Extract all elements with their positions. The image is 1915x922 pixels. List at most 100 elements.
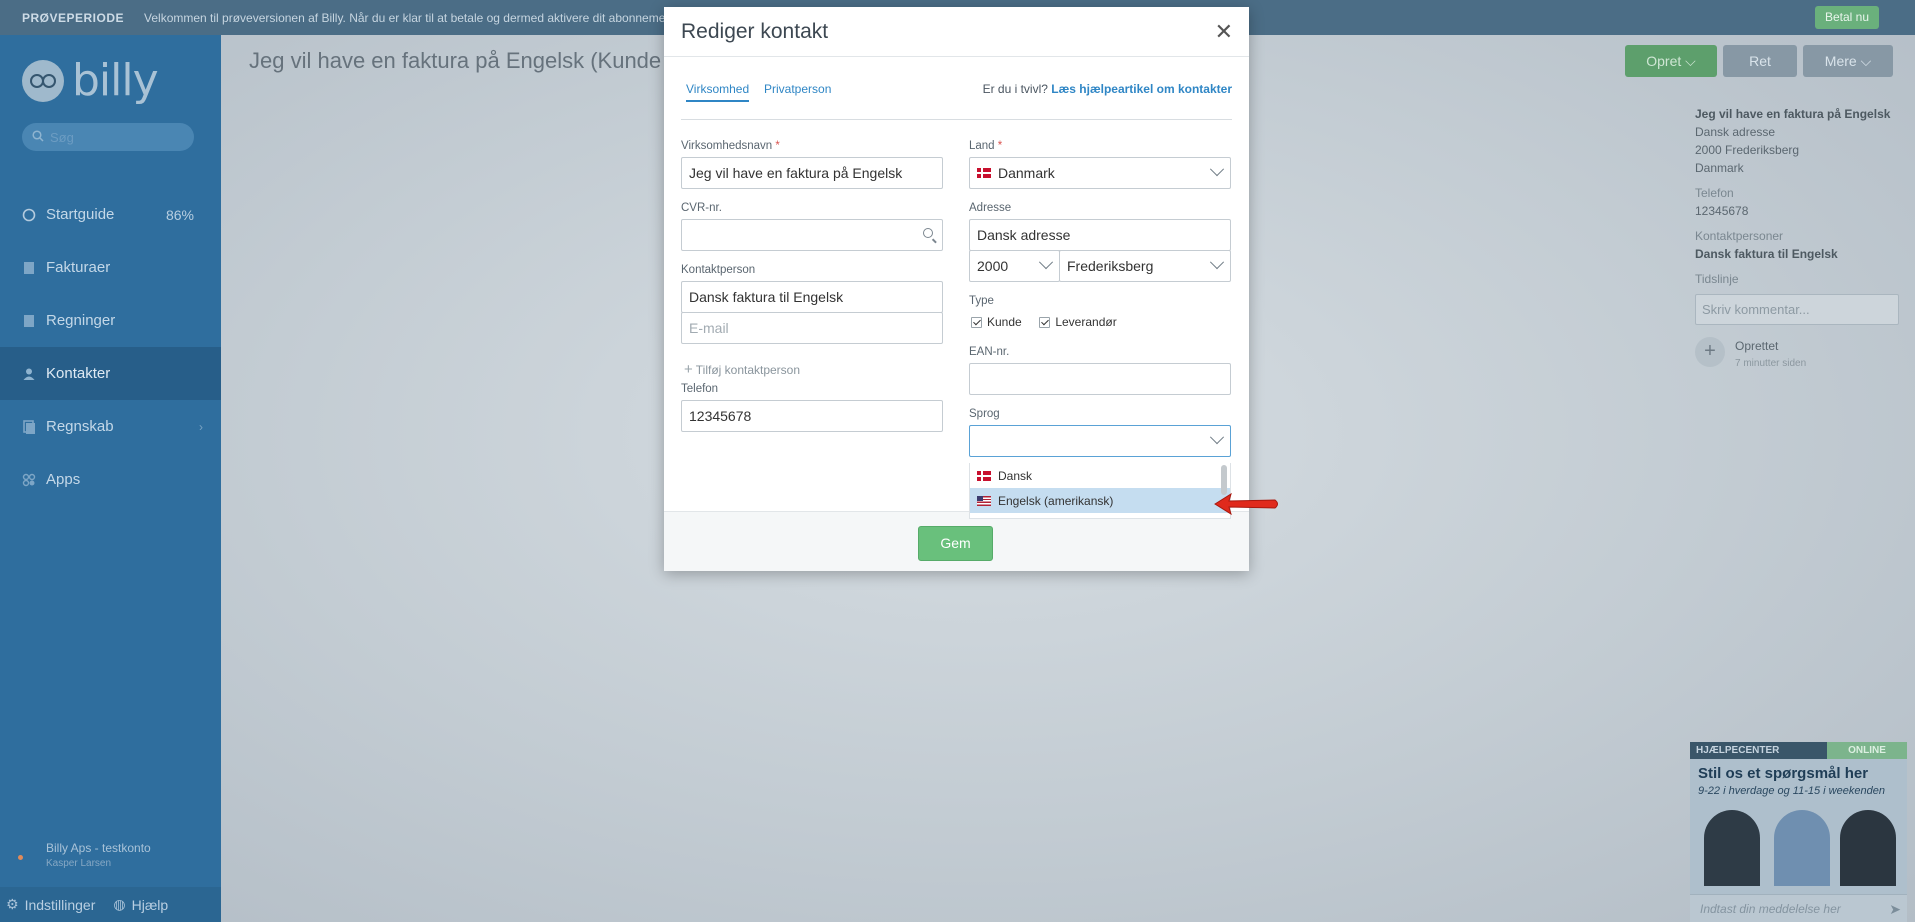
email-field[interactable]: E-mail [681, 312, 943, 344]
help-center-label: HJÆLPECENTER [1690, 742, 1827, 759]
language-select[interactable] [969, 425, 1231, 457]
help-hint-text: Er du i tvivl? [982, 82, 1048, 96]
address-field[interactable]: Dansk adresse [969, 219, 1231, 251]
close-icon[interactable]: ✕ [1215, 21, 1233, 43]
ledger-icon [22, 419, 36, 434]
account-name: Billy Aps - testkonto [46, 841, 151, 855]
timeline-entry: + Oprettet 7 minutter siden [1695, 337, 1905, 373]
country-label: Land * [969, 140, 1002, 152]
contact-person-label: Kontaktperson [681, 264, 756, 276]
settings-label: Indstillinger [24, 896, 96, 913]
add-contact-person-link[interactable]: + Tilføj kontaktperson [684, 361, 800, 378]
timeline-label: Tidslinje [1695, 272, 1739, 286]
contact-icon [22, 367, 36, 381]
modal-header: Rediger kontakt [664, 7, 1249, 57]
search-icon[interactable] [923, 228, 933, 238]
chevron-down-icon [1209, 430, 1225, 445]
support-person-avatar [1704, 810, 1760, 886]
edit-button[interactable]: Ret [1723, 45, 1797, 77]
address-label: Adresse [969, 202, 1012, 214]
tab-virksomhed[interactable]: Virksomhed [686, 82, 750, 102]
plus-icon: + [684, 361, 693, 378]
pay-now-button[interactable]: Betal nu [1814, 6, 1879, 29]
contact-person-field[interactable]: Dansk faktura til Engelsk [681, 281, 943, 313]
company-name-label-text: Virksomhedsnavn [681, 140, 773, 152]
tab-privatperson[interactable]: Privatperson [764, 82, 831, 96]
supplier-checkbox[interactable]: Leverandør [1039, 315, 1117, 329]
contact-summary: Jeg vil have en faktura på Engelsk Dansk… [1695, 105, 1905, 373]
type-label: Type [969, 295, 994, 307]
edit-contact-modal: Rediger kontakt ✕ Virksomhed Privatperso… [664, 7, 1249, 571]
create-button-label: Opret [1646, 53, 1682, 69]
city-select[interactable]: Frederiksberg [1059, 250, 1231, 282]
sidebar-item-label: Kontakter [46, 365, 111, 382]
checkbox-checked-icon [1039, 316, 1051, 328]
activity-time: 7 minutter siden [1735, 358, 1807, 369]
sidebar-item-label: Regnskab [46, 418, 114, 435]
help-link[interactable]: ◍ Hjælp [113, 896, 168, 913]
phone-label: Telefon [681, 383, 719, 395]
company-name-field[interactable]: Jeg vil have en faktura på Engelsk [681, 157, 943, 189]
phone-field[interactable]: 12345678 [681, 400, 943, 432]
help-article-link[interactable]: Læs hjælpeartikel om kontakter [1051, 82, 1232, 96]
create-button[interactable]: Opret ⌵ [1625, 45, 1717, 77]
help-title: Stil os et spørgsmål her [1698, 765, 1869, 782]
ean-field[interactable] [969, 363, 1231, 395]
help-hours: 9-22 i hverdage og 11-15 i weekenden [1698, 785, 1885, 797]
chevron-down-icon [1038, 255, 1054, 270]
contact-person[interactable]: Dansk faktura til Engelsk [1695, 245, 1905, 263]
cvr-label: CVR-nr. [681, 202, 722, 214]
logo-face-icon [22, 59, 64, 102]
zip-select[interactable]: 2000 [969, 250, 1060, 282]
sidebar-item-regninger[interactable]: Regninger [0, 294, 221, 347]
chat-placeholder: Indtast din meddelelse her [1700, 902, 1841, 916]
sidebar-item-regnskab[interactable]: Regnskab › [0, 400, 221, 453]
language-option-engelsk[interactable]: Engelsk (amerikansk) [970, 488, 1230, 513]
save-button[interactable]: Gem [918, 526, 993, 561]
ean-label: EAN-nr. [969, 346, 1010, 358]
help-center-widget[interactable]: HJÆLPECENTER ONLINE Stil os et spørgsmål… [1690, 742, 1907, 922]
support-person-avatar [1774, 810, 1830, 886]
checkbox-checked-icon [971, 316, 982, 328]
search-icon [32, 129, 44, 145]
language-dropdown-list[interactable]: Dansk Engelsk (amerikansk) [969, 463, 1231, 519]
comment-input[interactable]: Skriv kommentar... [1695, 294, 1899, 325]
sidebar-item-label: Startguide [46, 206, 115, 223]
sidebar-item-fakturaer[interactable]: Fakturaer [0, 241, 221, 294]
billy-logo[interactable]: billy [22, 55, 159, 106]
chat-input[interactable]: Indtast din meddelelse her ➤ [1690, 894, 1907, 922]
sidebar-item-startguide[interactable]: Startguide 86% [0, 188, 221, 241]
search-input[interactable] [50, 129, 180, 145]
chevron-down-icon: ⌵ [1685, 53, 1696, 69]
annotation-arrow-icon [1214, 492, 1278, 516]
contact-name: Jeg vil have en faktura på Engelsk [1695, 107, 1891, 121]
dropdown-scrollbar[interactable] [1221, 465, 1227, 495]
more-button-label: Mere [1824, 53, 1857, 69]
more-button[interactable]: Mere ⌵ [1803, 45, 1893, 77]
circle-progress-icon [22, 208, 36, 222]
sidebar-item-kontakter[interactable]: Kontakter [0, 347, 221, 400]
denmark-flag-icon [977, 168, 991, 178]
online-status: ONLINE [1827, 742, 1907, 759]
bill-icon [22, 314, 36, 328]
language-option-dansk[interactable]: Dansk [970, 463, 1230, 488]
trial-message: Velkommen til prøveversionen af Billy. N… [144, 10, 679, 25]
send-icon[interactable]: ➤ [1889, 895, 1901, 922]
customer-checkbox[interactable]: Kunde [971, 315, 1022, 329]
sidebar-search[interactable] [22, 123, 194, 151]
help-hint: Er du i tvivl? Læs hjælpeartikel om kont… [983, 82, 1232, 96]
sidebar-item-apps[interactable]: Apps [0, 453, 221, 506]
gear-icon: ⚙ [6, 896, 19, 912]
apps-icon [22, 473, 36, 487]
account-switcher[interactable]: Billy Aps - testkonto Kasper Larsen [46, 841, 151, 869]
startguide-progress: 86% [165, 206, 194, 223]
cvr-field[interactable] [681, 219, 943, 251]
contact-persons-label: Kontaktpersoner [1695, 229, 1784, 243]
invoice-icon [22, 261, 36, 275]
settings-link[interactable]: ⚙ Indstillinger [6, 896, 95, 913]
logo-text: billy [72, 55, 159, 106]
city-value: Frederiksberg [1067, 258, 1154, 274]
country-select[interactable]: Danmark [969, 157, 1231, 189]
denmark-flag-icon [977, 470, 991, 481]
globe-icon: ◍ [113, 896, 126, 912]
